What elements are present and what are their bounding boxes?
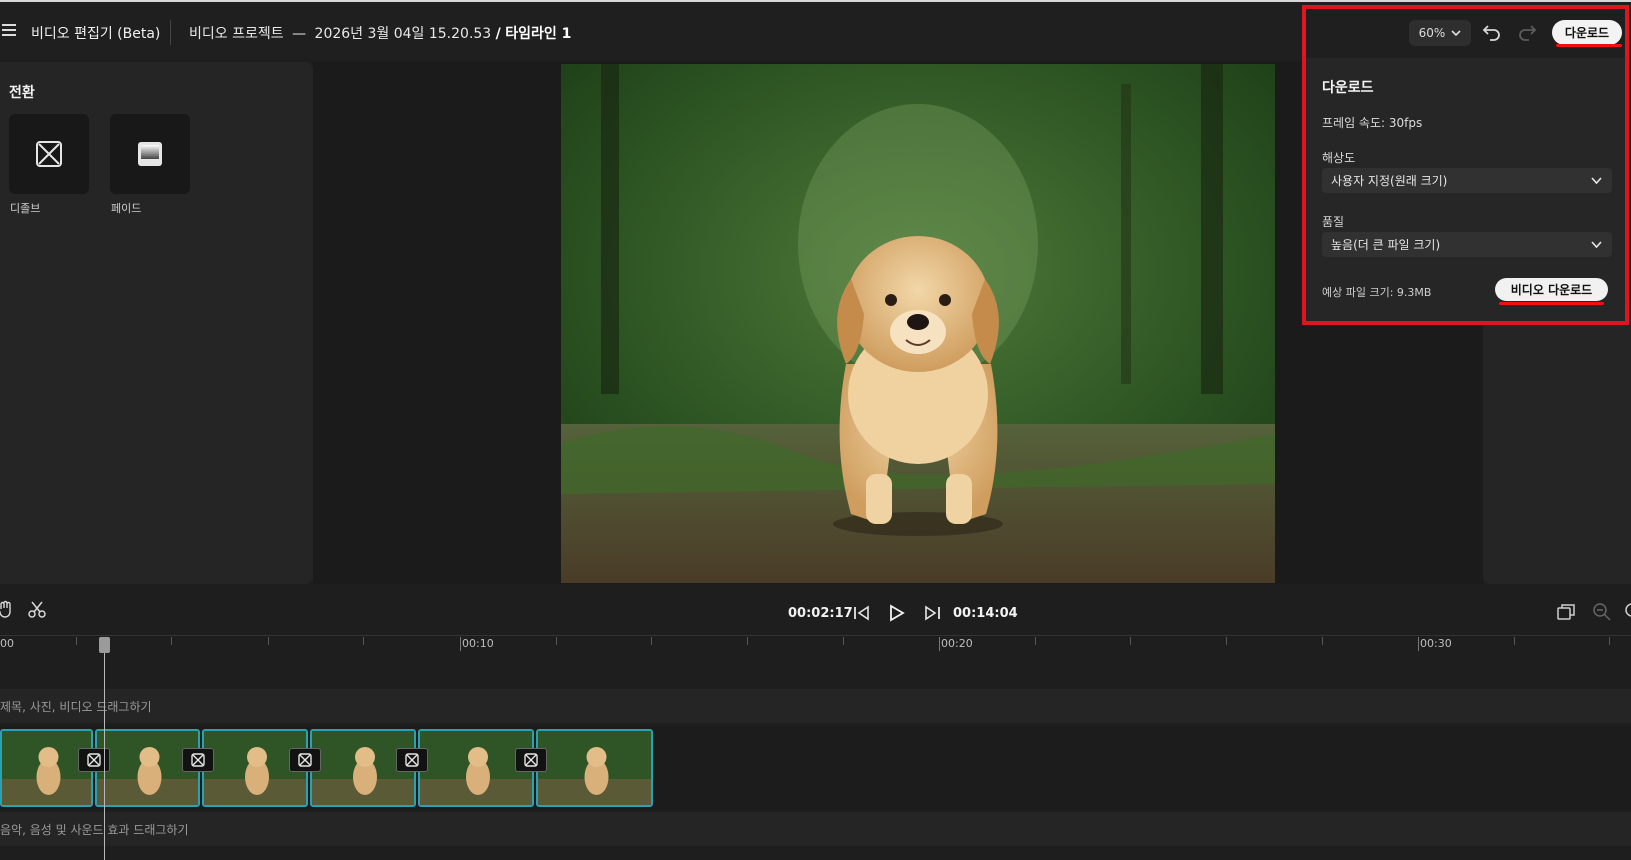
scissors-icon[interactable]: [27, 599, 47, 619]
audio-track[interactable]: 음악, 음성 및 사운드 효과 드래그하기: [0, 812, 1631, 846]
download-panel-highlight: 다운로드 프레임 속도: 30fps 해상도 사용자 지정(원래 크기) 품질 …: [1302, 5, 1629, 325]
resolution-label: 해상도: [1322, 151, 1356, 165]
audio-track-hint: 음악, 음성 및 사운드 효과 드래그하기: [0, 821, 189, 838]
previous-frame-icon[interactable]: [852, 604, 872, 622]
menu-icon[interactable]: [2, 24, 16, 36]
ruler-tick: [363, 637, 364, 645]
ruler-tick: [939, 637, 940, 651]
dissolve-icon: [524, 753, 538, 767]
ruler-tick: [1035, 637, 1036, 645]
dissolve-icon: [36, 141, 62, 167]
breadcrumb-slash: /: [495, 26, 501, 42]
ruler-tick: [1418, 637, 1419, 651]
project-name[interactable]: 비디오 프로젝트: [189, 26, 284, 42]
transitions-panel: 전환 디졸브 페이드: [0, 62, 313, 584]
app-title: 비디오 편집기 (Beta): [31, 26, 161, 42]
zoom-out-icon[interactable]: [1592, 602, 1612, 622]
title-track[interactable]: 제목, 사진, 비디오 드래그하기: [0, 689, 1631, 723]
total-time: 00:14:04: [953, 606, 1018, 621]
ruler-label: 00:10: [462, 637, 494, 650]
playhead-handle[interactable]: [99, 637, 110, 653]
timeline-name[interactable]: 타임라인 1: [505, 26, 571, 42]
resolution-value: 사용자 지정(원래 크기): [1331, 174, 1448, 188]
transition-marker[interactable]: [289, 748, 321, 772]
current-time: 00:02:17: [788, 606, 853, 621]
chevron-down-icon: [1591, 241, 1602, 249]
transition-marker[interactable]: [515, 748, 547, 772]
ruler-tick: [1514, 637, 1515, 645]
header-divider: [170, 20, 171, 45]
chevron-down-icon: [1591, 177, 1602, 185]
puppy-forest-image: [561, 64, 1275, 583]
right-panel: [1483, 300, 1631, 584]
video-track[interactable]: [0, 726, 1631, 810]
ruler-tick: [76, 637, 77, 645]
ruler-tick: [171, 637, 172, 645]
transition-marker[interactable]: [396, 748, 428, 772]
download-video-button[interactable]: 비디오 다운로드: [1495, 278, 1608, 301]
dissolve-icon: [298, 753, 312, 767]
download-panel: 다운로드 프레임 속도: 30fps 해상도 사용자 지정(원래 크기) 품질 …: [1306, 58, 1625, 321]
ruler-tick: [651, 637, 652, 645]
ruler-tick: [843, 637, 844, 645]
video-preview[interactable]: [561, 64, 1275, 583]
transition-fade[interactable]: [110, 114, 190, 194]
estimated-file-size: 예상 파일 크기: 9.3MB: [1322, 286, 1432, 299]
ruler-tick: [460, 637, 461, 651]
quality-select[interactable]: 높음(더 큰 파일 크기): [1322, 232, 1612, 257]
ruler-tick: [1226, 637, 1227, 645]
transition-label: 디졸브: [10, 202, 41, 215]
timeline-ruler[interactable]: 00 00:10 00:20 00:30: [0, 637, 1631, 689]
ruler-label: 00:20: [941, 637, 973, 650]
highlight-underline: [1499, 302, 1604, 305]
resolution-select[interactable]: 사용자 지정(원래 크기): [1322, 168, 1612, 193]
quality-label: 품질: [1322, 215, 1345, 229]
dissolve-icon: [405, 753, 419, 767]
dissolve-icon: [87, 753, 101, 767]
hand-icon[interactable]: [0, 600, 12, 618]
next-frame-icon[interactable]: [922, 604, 942, 622]
transition-marker[interactable]: [182, 748, 214, 772]
breadcrumb-separator: —: [292, 26, 307, 42]
video-clip[interactable]: [536, 729, 653, 807]
play-icon[interactable]: [886, 603, 906, 623]
project-date[interactable]: 2026년 3월 04일 15.20.53: [315, 26, 492, 42]
ruler-tick: [1609, 637, 1610, 645]
zoom-in-icon[interactable]: [1624, 602, 1631, 622]
transition-marker[interactable]: [78, 748, 110, 772]
transition-dissolve[interactable]: [9, 114, 89, 194]
breadcrumb: 비디오 프로젝트 — 2026년 3월 04일 15.20.53 / 타임라인 …: [189, 23, 571, 43]
fit-timeline-icon[interactable]: [1556, 602, 1576, 622]
ruler-label: 00: [0, 637, 14, 650]
ruler-tick: [1130, 637, 1131, 645]
quality-value: 높음(더 큰 파일 크기): [1331, 238, 1441, 252]
ruler-tick: [747, 637, 748, 645]
transport-bar: 00:02:17 00:14:04: [0, 584, 1631, 636]
title-track-hint-text: 제목, 사진, 비디오 드래그하기: [0, 700, 152, 714]
dissolve-icon: [191, 753, 205, 767]
ruler-label: 00:30: [1420, 637, 1452, 650]
ruler-tick: [556, 637, 557, 645]
transition-label: 페이드: [111, 202, 142, 215]
ruler-tick: [1322, 637, 1323, 645]
playhead-line: [104, 640, 105, 860]
audio-track-hint-text: 음악, 음성 및 사운드 효과 드래그하기: [0, 823, 189, 837]
fade-icon: [138, 142, 162, 166]
download-panel-title: 다운로드: [1322, 80, 1374, 96]
clip-thumbnail: [538, 731, 651, 805]
panel-title: 전환: [9, 85, 35, 101]
ruler-tick: [268, 637, 269, 645]
frame-rate-text: 프레임 속도: 30fps: [1322, 116, 1423, 130]
title-track-hint: 제목, 사진, 비디오 드래그하기: [0, 698, 152, 715]
